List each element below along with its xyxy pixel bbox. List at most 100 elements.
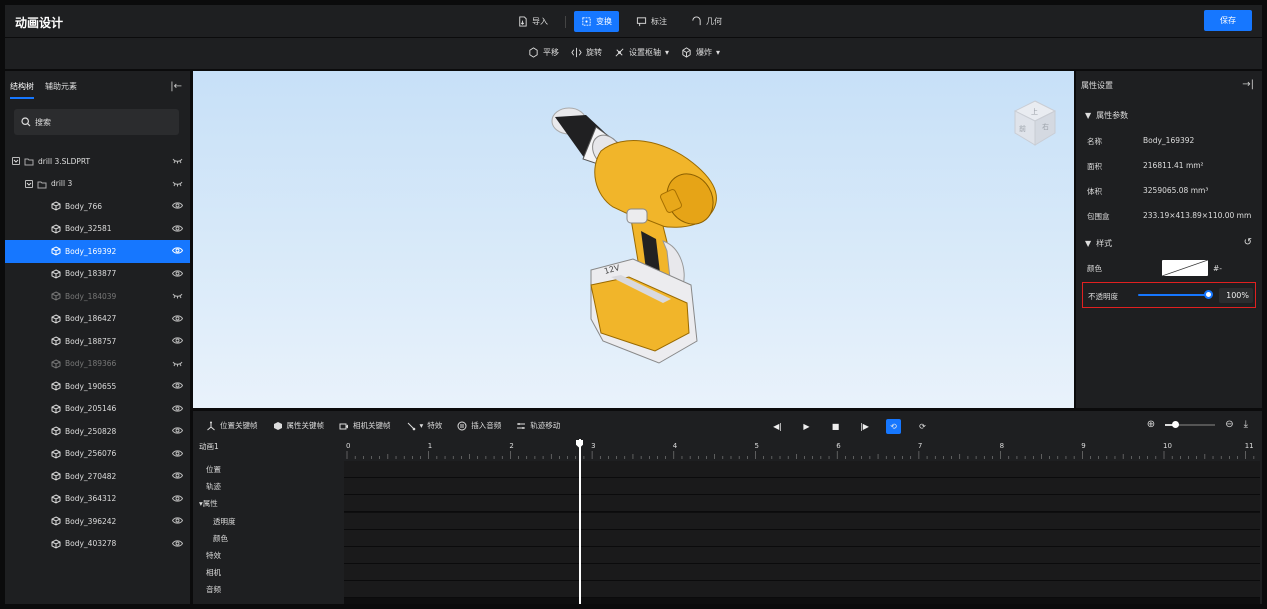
track-row[interactable] (344, 564, 1260, 582)
track-row[interactable] (344, 529, 1260, 547)
eye-icon[interactable] (172, 449, 183, 458)
tree-item[interactable]: Body_188757 (5, 330, 190, 353)
pivot-tool-button[interactable]: 设置枢轴 ▾ (614, 47, 669, 58)
eye-closed-icon[interactable] (172, 156, 183, 165)
collapse-right-icon[interactable]: →| (1242, 79, 1254, 90)
timeline-panel: 位置关键帧 属性关键帧 相机关键帧 ▾ 特效 插入音频 轨迹移动 ◀| ▶ ■ … (193, 411, 1262, 604)
section-properties[interactable]: ▼ 属性参数 (1085, 110, 1128, 121)
track-row[interactable] (344, 546, 1260, 564)
opacity-slider-track[interactable] (1138, 294, 1208, 296)
move-tool-button[interactable]: 平移 (528, 47, 559, 58)
tree-item[interactable]: Body_190655 (5, 375, 190, 398)
track-label[interactable]: 位置 (193, 461, 338, 478)
play-icon[interactable]: ▶ (799, 419, 814, 434)
tree-item[interactable]: Body_766 (5, 195, 190, 218)
tree-item-label: Body_189366 (65, 359, 117, 369)
eye-icon[interactable] (172, 269, 183, 278)
download-icon[interactable]: ⤓ (1244, 419, 1248, 430)
tree-item[interactable]: Body_270482 (5, 465, 190, 488)
track-row[interactable] (344, 461, 1260, 478)
reset-icon[interactable]: ↺ (1244, 237, 1252, 248)
mode-transform-button[interactable]: 变换 (574, 11, 619, 32)
track-label[interactable]: 透明度 (193, 513, 338, 530)
track-row[interactable] (344, 581, 1260, 599)
track-row[interactable] (344, 495, 1260, 513)
single-loop-icon[interactable]: ⟳ (915, 419, 930, 434)
tree-item[interactable]: drill 3.SLDPRT (5, 150, 190, 173)
tree-item[interactable]: Body_403278 (5, 533, 190, 556)
eye-icon[interactable] (172, 471, 183, 480)
eye-icon[interactable] (172, 404, 183, 413)
3d-viewport[interactable]: 12V 上 前 右 (193, 71, 1074, 408)
tree-item[interactable]: Body_250828 (5, 420, 190, 443)
tree-item[interactable]: Body_32581 (5, 218, 190, 241)
next-frame-icon[interactable]: |▶ (857, 419, 872, 434)
zoom-slider[interactable] (1165, 420, 1216, 428)
tree-item[interactable]: Body_184039 (5, 285, 190, 308)
eye-icon[interactable] (172, 336, 183, 345)
mode-import-button[interactable]: 导入 (510, 11, 555, 32)
tree-item[interactable]: Body_169392 (5, 240, 190, 263)
ruler-label: 0 (346, 442, 350, 450)
mode-annotation-button[interactable]: 标注 (629, 11, 674, 32)
eye-closed-icon[interactable] (172, 291, 183, 300)
mode-geometry-button[interactable]: 几何 (684, 11, 729, 32)
tab-structure-tree[interactable]: 结构树 (10, 81, 34, 99)
prev-frame-icon[interactable]: ◀| (770, 419, 785, 434)
opacity-value-input[interactable]: 100% (1219, 288, 1253, 303)
effect-button[interactable]: ▾ 特效 (406, 420, 442, 431)
tree-item[interactable]: Body_256076 (5, 443, 190, 466)
tree-item[interactable]: Body_183877 (5, 263, 190, 286)
property-keyframe-button[interactable]: 属性关键帧 (273, 420, 324, 431)
explode-tool-button[interactable]: 爆炸 ▾ (681, 47, 720, 58)
track-row[interactable] (344, 478, 1260, 496)
opacity-slider-handle[interactable] (1204, 290, 1213, 299)
save-button[interactable]: 保存 (1204, 10, 1252, 31)
tree-item[interactable]: Body_189366 (5, 353, 190, 376)
color-swatch[interactable] (1162, 260, 1208, 276)
track-label[interactable]: 相机 (193, 564, 338, 581)
search-input[interactable]: 搜索 (14, 109, 179, 135)
track-move-button[interactable]: 轨迹移动 (516, 420, 560, 431)
body-cube-icon (51, 516, 61, 526)
camera-keyframe-button[interactable]: 相机关键帧 (339, 420, 391, 431)
position-keyframe-button[interactable]: 位置关键帧 (206, 420, 258, 431)
tree-item[interactable]: Body_396242 (5, 510, 190, 533)
tree-item[interactable]: Body_364312 (5, 488, 190, 511)
eye-icon[interactable] (172, 314, 183, 323)
loop-icon[interactable]: ⟲ (886, 419, 901, 434)
eye-icon[interactable] (172, 381, 183, 390)
zoom-out-icon[interactable]: ⊖ (1225, 419, 1233, 430)
eye-icon[interactable] (172, 224, 183, 233)
stop-icon[interactable]: ■ (828, 419, 843, 434)
eye-icon[interactable] (172, 246, 183, 255)
track-label[interactable]: 颜色 (193, 530, 338, 547)
track-label[interactable]: 轨迹 (193, 478, 338, 495)
tree-item[interactable]: drill 3 (5, 173, 190, 196)
section-style[interactable]: ▼ 样式 (1085, 238, 1112, 249)
eye-icon[interactable] (172, 426, 183, 435)
tree-item[interactable]: Body_186427 (5, 308, 190, 331)
expand-toggle-icon[interactable] (25, 179, 33, 188)
track-label[interactable]: ▾属性 (193, 495, 338, 512)
eye-icon[interactable] (172, 516, 183, 525)
track-area[interactable] (344, 461, 1260, 604)
eye-closed-icon[interactable] (172, 179, 183, 188)
tree-item[interactable]: Body_205146 (5, 398, 190, 421)
tab-auxiliary-elements[interactable]: 辅助元素 (45, 81, 77, 99)
view-cube[interactable]: 上 前 右 (1013, 100, 1057, 146)
eye-icon[interactable] (172, 201, 183, 210)
playhead[interactable] (579, 439, 581, 604)
eye-icon[interactable] (172, 539, 183, 548)
eye-closed-icon[interactable] (172, 359, 183, 368)
rotate-tool-button[interactable]: 旋转 (571, 47, 602, 58)
track-label[interactable]: 特效 (193, 547, 338, 564)
eye-icon[interactable] (172, 494, 183, 503)
expand-toggle-icon[interactable] (12, 157, 20, 166)
insert-audio-button[interactable]: 插入音频 (457, 420, 501, 431)
zoom-in-icon[interactable]: ⊕ (1147, 419, 1155, 430)
collapse-left-icon[interactable]: |← (170, 81, 182, 92)
track-label[interactable]: 音频 (193, 581, 338, 598)
time-ruler[interactable]: 0 1 2 3 4 5 6 7 8 9 10 11 (344, 439, 1262, 461)
track-row[interactable] (344, 512, 1260, 530)
